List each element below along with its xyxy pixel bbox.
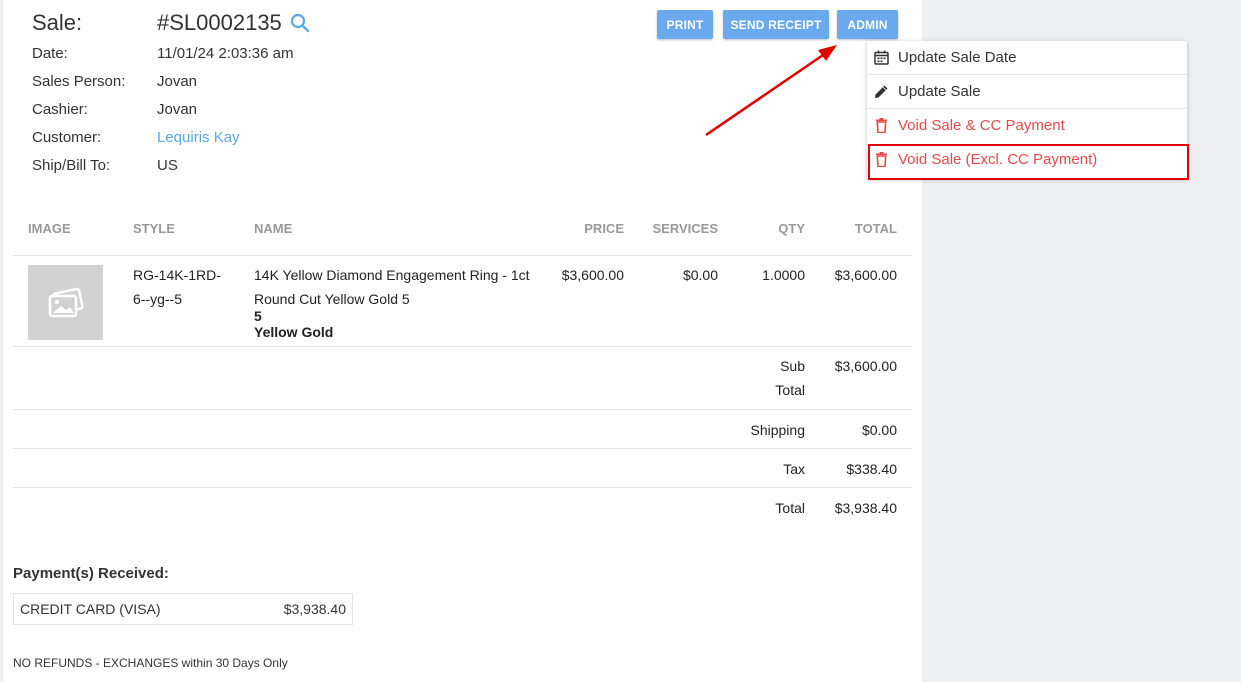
cashier-value: Jovan (157, 100, 198, 118)
customer-link[interactable]: Lequiris Kay (157, 129, 240, 146)
item-total: $3,600.00 (834, 267, 897, 283)
item-style: RG-14K-1RD- 6--yg--5 (133, 263, 221, 311)
menu-item-update-sale[interactable]: Update Sale (867, 75, 1187, 108)
divider (13, 255, 912, 256)
customer-label: Customer: (32, 128, 102, 146)
trash-icon (873, 118, 889, 134)
menu-item-label: Update Sale (898, 83, 981, 100)
menu-item-label: Update Sale Date (898, 49, 1017, 66)
item-metal: Yellow Gold (254, 324, 334, 340)
col-header-style: STYLE (133, 221, 175, 236)
col-header-name: NAME (254, 221, 293, 236)
sales-person-label: Sales Person: (32, 72, 126, 90)
payments-title: Payment(s) Received: (13, 565, 169, 582)
highlight-box (868, 144, 1189, 180)
menu-item-void-sale-cc-payment[interactable]: Void Sale & CC Payment (867, 109, 1187, 142)
menu-item-update-sale-date[interactable]: Update Sale Date (867, 41, 1187, 74)
sales-person-value: Jovan (157, 72, 198, 90)
sale-title-label: Sale: (32, 10, 83, 35)
col-header-price: PRICE (584, 221, 624, 236)
divider (13, 409, 912, 410)
subtotal-label-line1: Sub (780, 358, 805, 374)
ship-bill-value: US (157, 156, 178, 174)
payment-method: CREDIT CARD (VISA) (20, 601, 161, 617)
item-style-line1: RG-14K-1RD- (133, 267, 221, 283)
product-image-placeholder (28, 265, 103, 340)
date-label: Date: (32, 44, 68, 62)
send-receipt-button[interactable]: SEND RECEIPT (723, 10, 829, 39)
sale-number-text: #SL0002135 (157, 10, 282, 35)
cashier-label: Cashier: (32, 100, 88, 118)
customer-row: Customer: Lequiris Kay (32, 125, 240, 149)
refund-policy-note: NO REFUNDS - EXCHANGES within 30 Days On… (13, 656, 288, 670)
col-header-image: IMAGE (28, 221, 71, 236)
subtotal-label: Sub Total (703, 354, 805, 402)
payment-amount: $3,938.40 (283, 601, 346, 617)
print-button[interactable]: PRINT (657, 10, 713, 39)
col-header-total: TOTAL (854, 221, 897, 236)
date-row: Date: 11/01/24 2:03:36 am (32, 41, 294, 65)
shipping-value: $0.00 (861, 422, 897, 438)
image-icon (48, 287, 84, 317)
total-label: Total (775, 500, 805, 516)
divider (13, 346, 912, 347)
item-price: $3,600.00 (561, 267, 624, 283)
search-icon[interactable] (290, 13, 310, 33)
menu-item-label: Void Sale & CC Payment (898, 117, 1065, 134)
sales-person-row: Sales Person: Jovan (32, 69, 197, 93)
sale-number: #SL0002135 (157, 10, 310, 36)
subtotal-label-line2: Total (775, 382, 805, 398)
pencil-icon (873, 84, 889, 100)
item-style-line2: 6--yg--5 (133, 291, 183, 307)
item-services: $0.00 (682, 267, 718, 283)
ship-bill-label: Ship/Bill To: (32, 156, 111, 174)
item-name-line2: Round Cut Yellow Gold 5 (254, 291, 410, 307)
tax-value: $338.40 (846, 461, 897, 477)
item-name-line1: 14K Yellow Diamond Engagement Ring - 1ct (254, 267, 530, 283)
admin-button[interactable]: ADMIN (837, 10, 898, 39)
cashier-row: Cashier: Jovan (32, 97, 197, 121)
sale-detail-card: Sale: #SL0002135 Date: 11/01/24 2:03:36 … (3, 0, 922, 682)
tax-label: Tax (783, 461, 805, 477)
total-value: $3,938.40 (834, 500, 897, 516)
col-header-qty: QTY (778, 221, 805, 236)
item-qty: 1.0000 (762, 267, 805, 283)
item-size: 5 (254, 308, 262, 324)
date-value: 11/01/24 2:03:36 am (157, 44, 294, 62)
divider (13, 448, 912, 449)
col-header-services: SERVICES (652, 221, 718, 236)
calendar-icon (873, 50, 889, 66)
ship-bill-row: Ship/Bill To: US (32, 153, 178, 177)
divider (13, 487, 912, 488)
item-name: 14K Yellow Diamond Engagement Ring - 1ct… (254, 263, 530, 311)
subtotal-value: $3,600.00 (834, 358, 897, 374)
payment-row: CREDIT CARD (VISA) $3,938.40 (13, 593, 353, 625)
shipping-label: Shipping (750, 422, 806, 438)
